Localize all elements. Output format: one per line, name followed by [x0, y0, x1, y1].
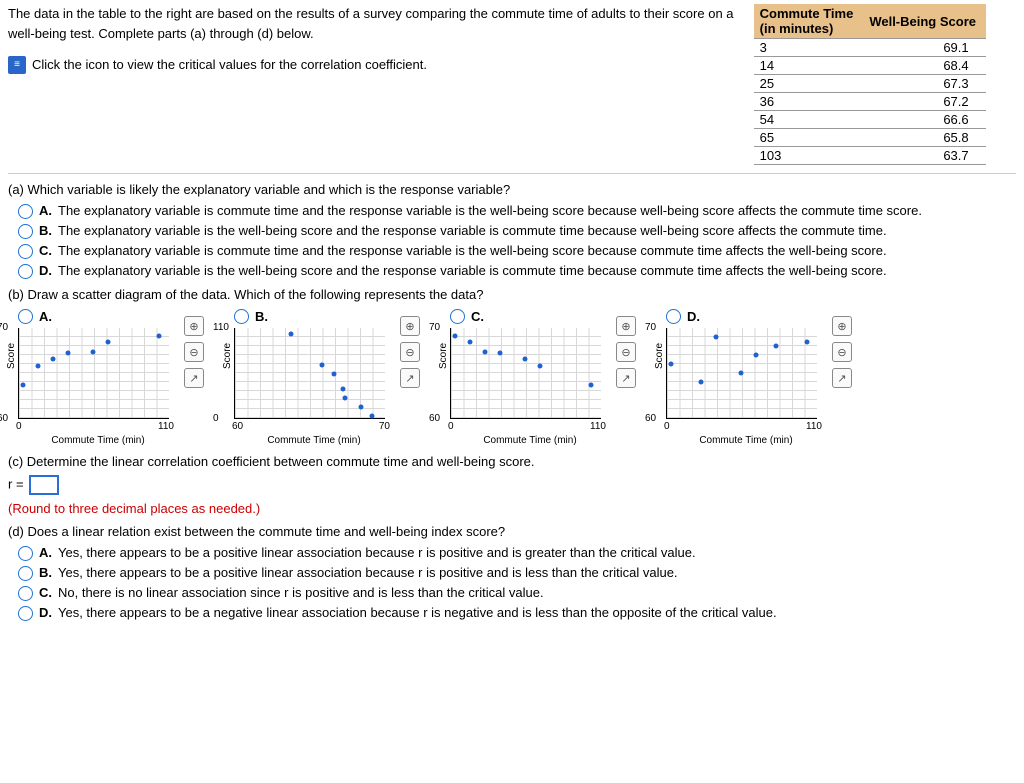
part-d-question: (d) Does a linear relation exist between… [8, 524, 1016, 539]
table-row: 10363.7 [754, 147, 986, 165]
part-b-question: (b) Draw a scatter diagram of the data. … [8, 287, 1016, 302]
r-input[interactable] [29, 475, 59, 495]
radio-d-C[interactable] [18, 586, 33, 601]
scatter-A: 70600110 [18, 328, 169, 419]
part-a-question: (a) Which variable is likely the explana… [8, 182, 1016, 197]
part-c-question: (c) Determine the linear correlation coe… [8, 454, 1016, 469]
zoom-out-icon[interactable]: ⊖ [832, 342, 852, 362]
zoom-in-icon[interactable]: ⊕ [400, 316, 420, 336]
popout-icon[interactable]: ↗ [400, 368, 420, 388]
zoom-in-icon[interactable]: ⊕ [184, 316, 204, 336]
radio-d-D[interactable] [18, 606, 33, 621]
zoom-out-icon[interactable]: ⊖ [616, 342, 636, 362]
critical-values-icon[interactable]: ≡ [8, 56, 26, 74]
radio-b-A[interactable] [18, 309, 33, 324]
table-row: 5466.6 [754, 111, 986, 129]
critical-values-link[interactable]: Click the icon to view the critical valu… [32, 55, 427, 75]
table-row: 3667.2 [754, 93, 986, 111]
radio-b-B[interactable] [234, 309, 249, 324]
popout-icon[interactable]: ↗ [832, 368, 852, 388]
zoom-in-icon[interactable]: ⊕ [616, 316, 636, 336]
intro-text: The data in the table to the right are b… [8, 4, 744, 43]
table-row: 2567.3 [754, 75, 986, 93]
part-c-instruction: (Round to three decimal places as needed… [8, 501, 1016, 516]
radio-d-B[interactable] [18, 566, 33, 581]
table-row: 1468.4 [754, 57, 986, 75]
data-table: Commute Time(in minutes)Well-Being Score… [754, 4, 986, 165]
scatter-C: 70600110 [450, 328, 601, 419]
radio-b-C[interactable] [450, 309, 465, 324]
radio-a-C[interactable] [18, 244, 33, 259]
table-row: 369.1 [754, 39, 986, 57]
zoom-out-icon[interactable]: ⊖ [184, 342, 204, 362]
radio-d-A[interactable] [18, 546, 33, 561]
table-row: 6565.8 [754, 129, 986, 147]
scatter-D: 70600110 [666, 328, 817, 419]
r-label: r = [8, 476, 24, 491]
zoom-out-icon[interactable]: ⊖ [400, 342, 420, 362]
radio-a-A[interactable] [18, 204, 33, 219]
popout-icon[interactable]: ↗ [616, 368, 636, 388]
scatter-B: 11006070 [234, 328, 385, 419]
radio-a-D[interactable] [18, 264, 33, 279]
zoom-in-icon[interactable]: ⊕ [832, 316, 852, 336]
radio-a-B[interactable] [18, 224, 33, 239]
popout-icon[interactable]: ↗ [184, 368, 204, 388]
radio-b-D[interactable] [666, 309, 681, 324]
